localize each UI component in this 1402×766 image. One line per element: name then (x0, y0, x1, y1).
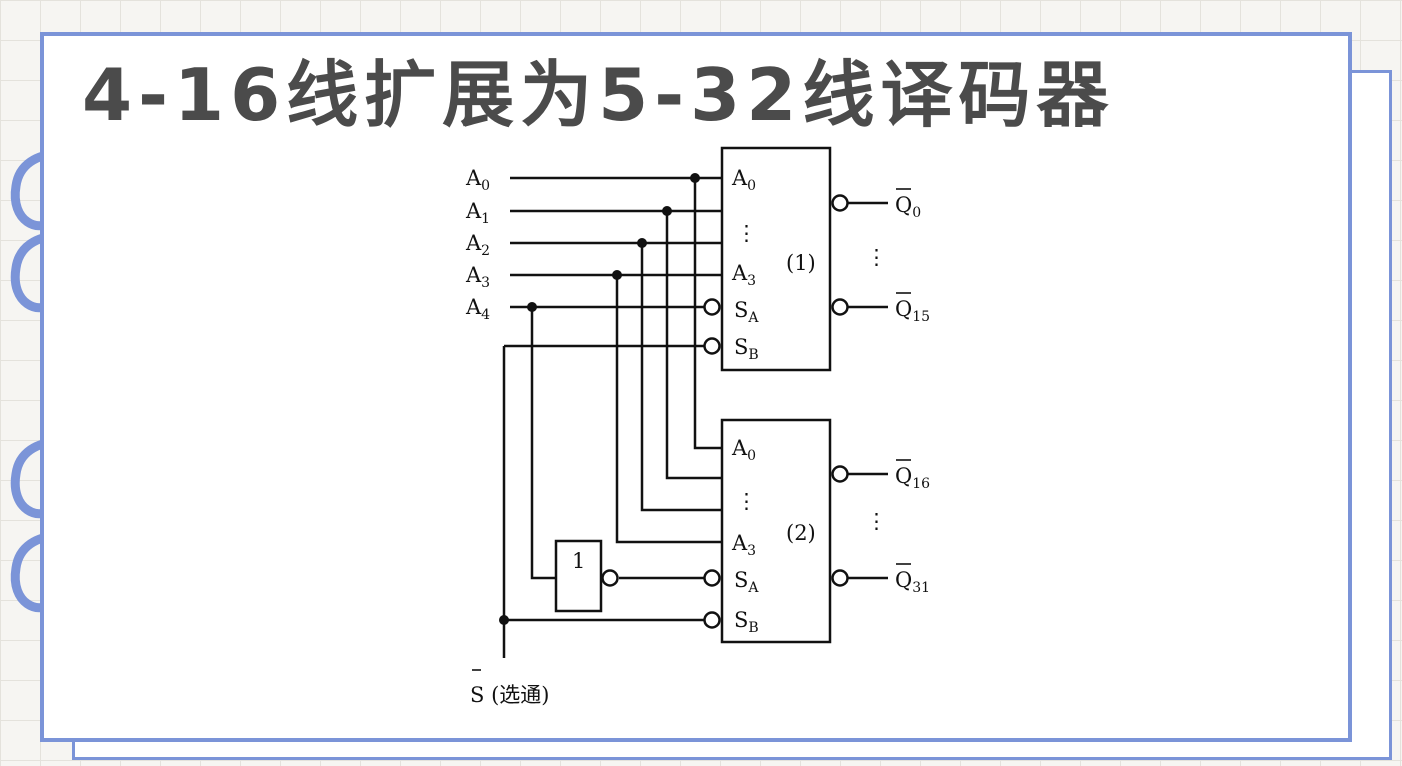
input-label-a1: A1 (465, 199, 490, 227)
inverter-label: 1 (572, 549, 585, 573)
output-label-q0: Q0 (895, 193, 921, 221)
decoder-circuit-diagram: A0 A1 A2 A3 A4 S (选通) A0 ⋮ A3 SA SB (1) … (465, 146, 930, 707)
junction-a0 (690, 173, 700, 183)
output-ellipsis-2: ⋮ (866, 509, 887, 533)
input-label-a2: A2 (465, 231, 490, 259)
junction-a2 (637, 238, 647, 248)
bubble-d2-sb (703, 611, 721, 629)
input-label-a3: A3 (465, 263, 490, 291)
decoder-1-label: (1) (786, 251, 816, 275)
junction-a4 (527, 302, 537, 312)
d2-pin-sb: SB (734, 608, 759, 636)
output-label-q31: Q31 (895, 568, 930, 596)
d1-pin-sa: SA (734, 298, 759, 326)
d1-pin-ellipsis: ⋮ (736, 221, 757, 245)
bubble-d1-sb (703, 337, 721, 355)
wire-a4-down (530, 307, 556, 580)
d2-pin-sa: SA (734, 568, 759, 596)
d2-pin-a3: A3 (731, 531, 756, 559)
d1-pin-a0: A0 (731, 166, 756, 194)
wire-a2-down (640, 243, 722, 512)
wire-a3-down (615, 275, 722, 544)
bubble-inverter (601, 569, 619, 587)
junction-strobe (499, 615, 509, 625)
bubble-q16 (831, 465, 849, 483)
output-ellipsis-1: ⋮ (866, 245, 887, 269)
d1-pin-a3: A3 (731, 261, 756, 289)
bubble-q31 (831, 569, 849, 587)
bubble-d1-sa (703, 298, 721, 316)
bubble-d2-sa (703, 569, 721, 587)
decoder-2-label: (2) (786, 521, 816, 545)
junction-a3 (612, 270, 622, 280)
d2-pin-ellipsis: ⋮ (736, 489, 757, 513)
d1-pin-sb: SB (734, 335, 759, 363)
input-label-a4: A4 (465, 295, 490, 323)
bubble-q0 (831, 194, 849, 212)
strobe-label: S (选通) (470, 683, 549, 707)
d2-pin-a0: A0 (731, 436, 756, 464)
junction-a1 (662, 206, 672, 216)
bubble-q15 (831, 298, 849, 316)
output-label-q15: Q15 (895, 297, 930, 325)
input-label-a0: A0 (465, 166, 490, 194)
output-label-q16: Q16 (895, 464, 930, 492)
